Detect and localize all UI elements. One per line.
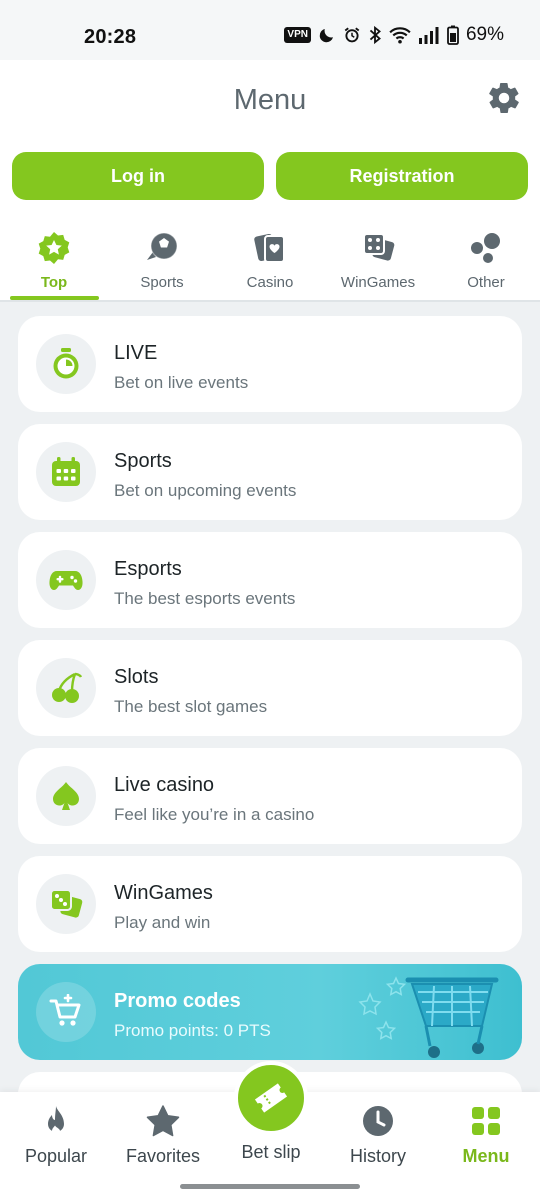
menu-item-title: LIVE	[114, 342, 158, 364]
menu-item-subtitle: The best esports events	[114, 589, 296, 608]
clock-icon	[361, 1104, 395, 1138]
menu-item-wingames[interactable]: WinGames Play and win	[18, 856, 522, 952]
menu-item-subtitle: Play and win	[114, 913, 211, 932]
tab-top[interactable]: Top	[0, 228, 108, 302]
tab-label: Sports	[140, 274, 184, 291]
shopping-cart-icon	[36, 982, 96, 1042]
menu-item-title: WinGames	[114, 882, 213, 904]
star-badge-icon	[34, 228, 74, 268]
promo-codes-card[interactable]: Promo codes Promo points: 0 PTS	[18, 964, 522, 1060]
flame-icon	[39, 1104, 73, 1138]
soccer-ball-icon	[142, 228, 182, 268]
menu-item-subtitle: Bet on live events	[114, 373, 249, 392]
nav-history[interactable]: History	[324, 1092, 432, 1182]
tab-label: Casino	[246, 274, 294, 291]
gear-icon	[489, 82, 519, 114]
betslip-label: Bet slip	[241, 1142, 301, 1162]
playing-cards-icon	[250, 228, 290, 268]
menu-item-live-casino[interactable]: Live casino Feel like you’re in a casino	[18, 748, 522, 844]
menu-item-title: Sports	[114, 450, 172, 472]
grid-icon	[469, 1104, 503, 1138]
tab-other[interactable]: Other	[432, 228, 540, 302]
menu-item-sports[interactable]: Sports Bet on upcoming events	[18, 424, 522, 520]
menu-item-subtitle: The best slot games	[114, 697, 268, 716]
tab-label: Top	[40, 274, 68, 291]
tab-casino[interactable]: Casino	[216, 228, 324, 302]
dice-icon	[36, 874, 96, 934]
promo-title: Promo codes	[114, 990, 241, 1012]
menu-item-title: Live casino	[114, 774, 215, 796]
dice-icon	[358, 228, 398, 268]
nav-label: History	[349, 1146, 406, 1166]
tabs-divider	[0, 300, 540, 302]
page-title: Menu	[233, 84, 307, 116]
home-indicator[interactable]	[180, 1184, 360, 1189]
nav-label: Popular	[24, 1146, 88, 1166]
tab-wingames[interactable]: WinGames	[324, 228, 432, 302]
ticket-icon	[254, 1083, 288, 1113]
stopwatch-icon	[36, 334, 96, 394]
betslip-button[interactable]	[234, 1061, 308, 1135]
star-icon	[146, 1104, 180, 1138]
gamepad-icon	[36, 550, 96, 610]
login-button[interactable]: Log in	[12, 152, 264, 200]
nav-favorites[interactable]: Favorites	[109, 1092, 217, 1182]
menu-item-title: Esports	[114, 558, 182, 580]
tab-label: WinGames	[340, 274, 416, 291]
app-header: Menu Log in Registration Top Sports Casi…	[0, 0, 540, 302]
nav-label: Favorites	[125, 1146, 201, 1166]
nav-menu[interactable]: Menu	[432, 1092, 540, 1182]
menu-item-title: Slots	[114, 666, 159, 688]
tab-sports[interactable]: Sports	[108, 228, 216, 302]
menu-item-esports[interactable]: Esports The best esports events	[18, 532, 522, 628]
menu-item-live[interactable]: LIVE Bet on live events	[18, 316, 522, 412]
nav-popular[interactable]: Popular	[2, 1092, 110, 1182]
registration-button[interactable]: Registration	[276, 152, 528, 200]
cherries-icon	[36, 658, 96, 718]
tab-label: Other	[467, 274, 505, 291]
basket-illustration	[358, 976, 499, 1058]
nav-label: Menu	[462, 1146, 510, 1166]
menu-list: LIVE Bet on live events Sports Bet on up…	[18, 316, 522, 1072]
calendar-icon	[36, 442, 96, 502]
settings-button[interactable]	[486, 80, 522, 116]
bubbles-icon	[466, 228, 506, 268]
category-tabs: Top Sports Casino WinGames Other	[0, 228, 540, 302]
promo-points: Promo points: 0 PTS	[114, 1021, 271, 1040]
menu-item-slots[interactable]: Slots The best slot games	[18, 640, 522, 736]
spade-icon	[36, 766, 96, 826]
menu-item-subtitle: Bet on upcoming events	[114, 481, 297, 500]
menu-item-subtitle: Feel like you’re in a casino	[114, 805, 315, 824]
